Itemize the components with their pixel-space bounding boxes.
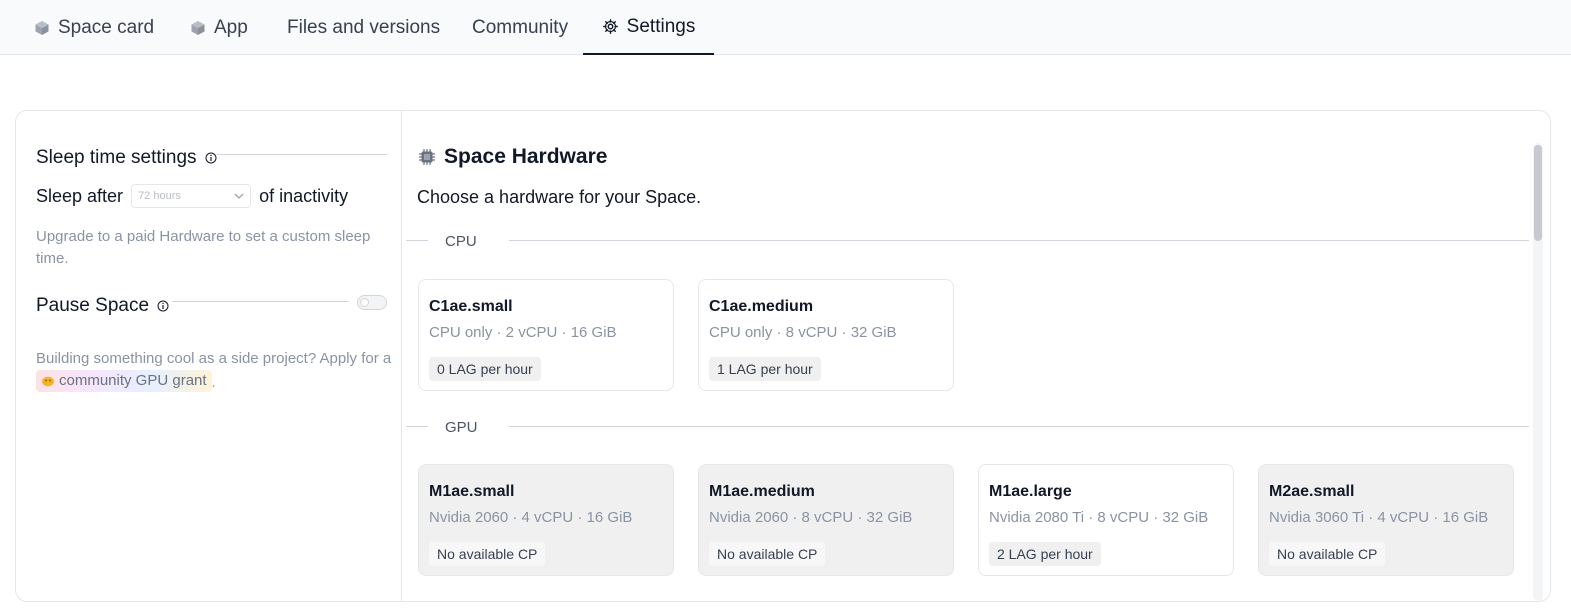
tab-label: App — [214, 16, 248, 38]
hardware-spec: CPU only · 8 vCPU · 32 GiB — [709, 324, 897, 341]
hardware-card-c1ae-medium[interactable]: C1ae.medium CPU only · 8 vCPU · 32 GiB 1… — [698, 279, 954, 391]
sleep-settings-column: Sleep time settings Sleep after 72 hours… — [16, 111, 402, 601]
inactivity-label: of inactivity — [259, 185, 349, 206]
divider — [509, 240, 1529, 241]
gear-icon — [602, 19, 618, 34]
cube-icon — [191, 20, 205, 35]
sleep-after-row: Sleep after 72 hours of inactivity — [36, 184, 348, 208]
tab-label: Settings — [626, 15, 696, 37]
hardware-price: 0 LAG per hour — [429, 357, 541, 381]
tab-label: Space card — [58, 16, 155, 38]
hardware-name: M1ae.medium — [709, 483, 815, 500]
sleep-settings-title: Sleep time settings — [36, 147, 197, 168]
divider — [217, 154, 387, 155]
cpu-group-label: CPU — [445, 233, 477, 250]
hardware-card-m2ae-small[interactable]: M2ae.small Nvidia 3060 Ti · 4 vCPU · 16 … — [1258, 464, 1514, 576]
tab-bar: Space card App Files and versions Commun… — [0, 0, 1571, 55]
divider — [406, 426, 428, 427]
info-icon[interactable] — [205, 152, 217, 164]
tab-label: Community — [472, 16, 569, 38]
divider — [509, 426, 1529, 427]
info-icon[interactable] — [157, 300, 169, 312]
hugging-face-icon — [42, 376, 54, 387]
sleep-settings-heading: Sleep time settings — [36, 147, 217, 169]
tab-space-card[interactable]: Space card — [34, 0, 154, 55]
space-hardware-subtitle: Choose a hardware for your Space. — [417, 187, 702, 207]
gpu-group-label: GPU — [445, 419, 478, 436]
scrollbar-thumb[interactable] — [1534, 145, 1542, 241]
pause-space-heading: Pause Space — [36, 295, 169, 317]
hardware-name: M2ae.small — [1269, 483, 1355, 500]
divider — [172, 301, 349, 302]
cube-icon — [35, 20, 49, 35]
chip-icon — [419, 149, 435, 165]
sleep-time-value: 72 hours — [138, 190, 181, 202]
pause-space-toggle[interactable] — [357, 295, 387, 310]
community-gpu-grant-link[interactable]: community GPU grant — [36, 370, 212, 392]
hardware-name: C1ae.small — [429, 298, 513, 315]
sleep-after-label: Sleep after — [36, 185, 124, 206]
hardware-name: C1ae.medium — [709, 298, 814, 315]
divider — [406, 240, 428, 241]
hardware-price: No available CP — [709, 542, 826, 566]
space-hardware-heading: Space Hardware — [418, 145, 607, 169]
sleep-upgrade-note: Upgrade to a paid Hardware to set a cust… — [36, 228, 371, 267]
hardware-card-m1ae-small[interactable]: M1ae.small Nvidia 2060 · 4 vCPU · 16 GiB… — [418, 464, 674, 576]
hardware-price: No available CP — [1269, 542, 1386, 566]
tab-label: Files and versions — [287, 16, 441, 38]
grant-link-label: community GPU grant — [59, 372, 207, 389]
tab-community[interactable]: Community — [472, 0, 568, 55]
tab-app[interactable]: App — [190, 0, 248, 55]
chevron-down-icon — [234, 193, 244, 199]
tab-files-and-versions[interactable]: Files and versions — [287, 0, 440, 55]
hardware-name: M1ae.small — [429, 483, 515, 500]
hardware-spec: Nvidia 2060 · 4 vCPU · 16 GiB — [429, 509, 633, 526]
hardware-scrollbar[interactable] — [1533, 143, 1543, 601]
tab-settings[interactable]: Settings — [583, 0, 714, 55]
space-hardware-title: Space Hardware — [444, 145, 608, 168]
settings-panel: Sleep time settings Sleep after 72 hours… — [15, 110, 1551, 602]
gpu-grant-text: Building something cool as a side projec… — [36, 350, 392, 367]
hardware-price: 1 LAG per hour — [709, 357, 821, 381]
hardware-card-c1ae-small[interactable]: C1ae.small CPU only · 2 vCPU · 16 GiB 0 … — [418, 279, 674, 391]
hardware-card-m1ae-large[interactable]: M1ae.large Nvidia 2080 Ti · 8 vCPU · 32 … — [978, 464, 1234, 576]
gpu-grant-note: Building something cool as a side projec… — [36, 348, 392, 394]
hardware-price: No available CP — [429, 542, 546, 566]
hardware-spec: CPU only · 2 vCPU · 16 GiB — [429, 324, 617, 341]
space-hardware-section: Space Hardware Choose a hardware for you… — [403, 111, 1530, 601]
hardware-spec: Nvidia 2080 Ti · 8 vCPU · 32 GiB — [989, 509, 1209, 526]
hardware-card-m1ae-medium[interactable]: M1ae.medium Nvidia 2060 · 8 vCPU · 32 Gi… — [698, 464, 954, 576]
sleep-time-select[interactable]: 72 hours — [131, 184, 252, 208]
hardware-price: 2 LAG per hour — [989, 542, 1101, 566]
pause-space-title: Pause Space — [36, 295, 150, 316]
hardware-name: M1ae.large — [989, 483, 1072, 500]
toggle-knob — [360, 298, 369, 307]
hardware-spec: Nvidia 2060 · 8 vCPU · 32 GiB — [709, 509, 913, 526]
grant-period: . — [211, 374, 216, 391]
hardware-spec: Nvidia 3060 Ti · 4 vCPU · 16 GiB — [1269, 509, 1489, 526]
